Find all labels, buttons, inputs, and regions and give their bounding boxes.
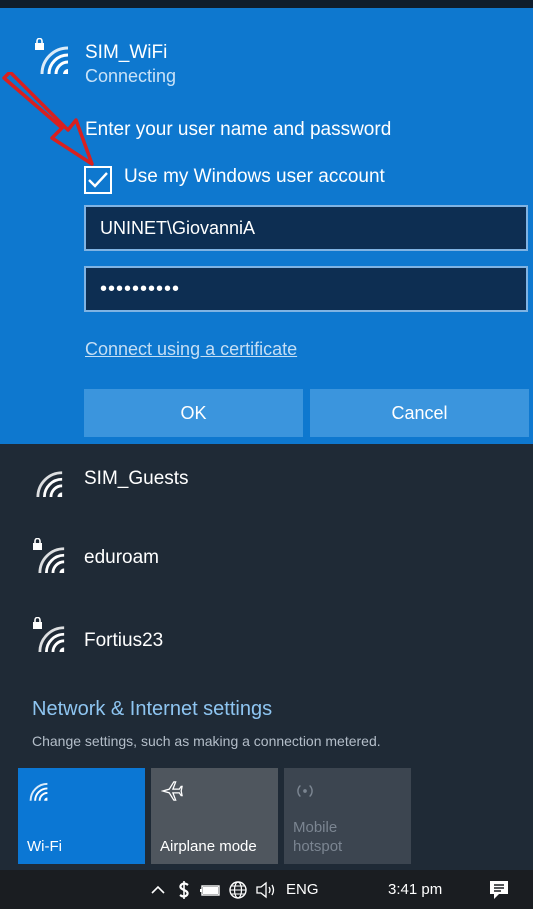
battery-icon[interactable] (200, 880, 222, 900)
wifi-icon (36, 624, 68, 652)
language-indicator[interactable]: ENG (286, 881, 319, 898)
network-item-eduroam[interactable]: eduroam (0, 525, 533, 605)
network-name: SIM_Guests (84, 468, 189, 489)
wifi-icon (28, 780, 50, 802)
clock[interactable]: 3:41 pm (388, 881, 442, 898)
network-item-fortius23[interactable]: Fortius23 (0, 606, 533, 686)
mobile-hotspot-tile[interactable]: Mobile hotspot (284, 768, 411, 864)
airplane-mode-tile[interactable]: Airplane mode (151, 768, 278, 864)
network-name: Fortius23 (84, 630, 164, 651)
notification-icon[interactable] (487, 878, 511, 902)
hotspot-icon (294, 780, 316, 802)
network-settings-link[interactable]: Network & Internet settings (32, 698, 272, 721)
airplane-tile-label: Airplane mode (160, 838, 257, 855)
wifi-icon (38, 44, 72, 74)
airplane-icon (161, 780, 183, 802)
dollar-icon[interactable] (178, 880, 190, 900)
globe-icon[interactable] (228, 880, 248, 900)
network-settings-description: Change settings, such as making a connec… (32, 733, 381, 749)
hotspot-tile-label: Mobile hotspot (293, 818, 342, 856)
network-name: eduroam (84, 547, 159, 568)
connect-certificate-link[interactable]: Connect using a certificate (85, 339, 297, 360)
use-windows-account-label[interactable]: Use my Windows user account (124, 166, 385, 188)
top-strip (0, 0, 533, 8)
annotation-arrow (2, 72, 94, 166)
cancel-button[interactable]: Cancel (310, 389, 529, 437)
hotspot-label-line2: hotspot (293, 838, 343, 855)
ok-button[interactable]: OK (84, 389, 303, 437)
network-ssid: SIM_WiFi (85, 42, 168, 63)
credentials-prompt: Enter your user name and password (85, 119, 392, 140)
network-item-sim-guests[interactable]: SIM_Guests (0, 444, 533, 524)
wifi-toggle-tile[interactable]: Wi-Fi (18, 768, 145, 864)
taskbar: ENG 3:41 pm (0, 870, 533, 909)
username-field[interactable] (84, 205, 528, 251)
password-field[interactable] (84, 266, 528, 312)
wifi-tile-label: Wi-Fi (27, 838, 62, 855)
wifi-icon (34, 469, 66, 497)
wifi-icon (36, 545, 68, 573)
hotspot-label-line1: Mobile (293, 819, 338, 836)
speaker-icon[interactable] (255, 880, 277, 900)
chevron-up-icon[interactable] (150, 880, 166, 900)
